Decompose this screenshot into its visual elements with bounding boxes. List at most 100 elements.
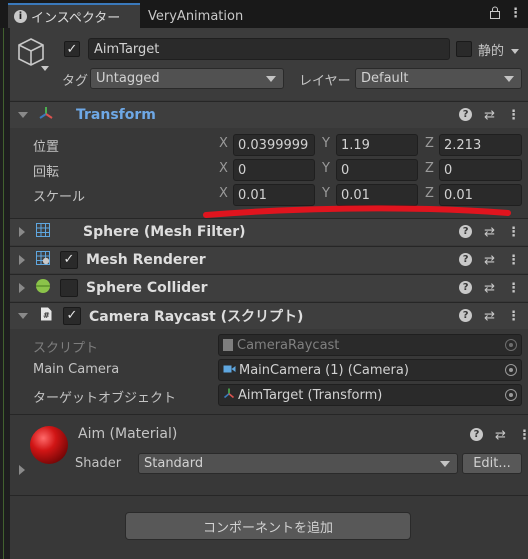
position-x-axis: X xyxy=(219,136,228,151)
chevron-down-icon xyxy=(511,49,520,54)
lock-icon[interactable] xyxy=(489,6,501,23)
layer-dropdown[interactable]: Default xyxy=(355,68,522,89)
position-y-axis: Y xyxy=(322,136,330,151)
position-y-field[interactable]: 1.19 xyxy=(336,134,418,156)
object-name-value: AimTarget xyxy=(94,41,160,57)
sphere-collider-title: Sphere Collider xyxy=(86,280,208,296)
rotation-z-field[interactable]: 0 xyxy=(439,159,522,181)
mesh-renderer-enabled-checkbox[interactable]: ✓ xyxy=(60,251,78,269)
help-icon[interactable]: ? xyxy=(459,225,473,238)
preset-icon[interactable]: ⇄ xyxy=(484,253,495,268)
tab-bar: i インスペクター VeryAnimation ⋮ xyxy=(0,0,528,28)
mesh-filter-header-icons: ? ⇄ ⋮ xyxy=(459,225,520,240)
static-dropdown[interactable]: 静的 xyxy=(478,40,520,59)
context-menu-icon[interactable]: ⋮ xyxy=(507,309,520,324)
main-camera-value: MainCamera (1) (Camera) xyxy=(239,362,409,378)
edit-button[interactable]: Edit... xyxy=(462,453,522,474)
mesh-renderer-header[interactable]: ✓ Mesh Renderer ? ⇄ ⋮ xyxy=(10,246,528,273)
preset-icon[interactable]: ⇄ xyxy=(484,225,495,240)
scene-gizmo-line xyxy=(3,28,4,559)
svg-text:#: # xyxy=(43,311,50,320)
foldout-arrow-icon[interactable] xyxy=(19,283,25,293)
scale-label: スケール xyxy=(33,190,86,205)
material-preview-sphere xyxy=(30,426,68,464)
add-component-divider xyxy=(10,495,528,496)
rotation-label: 回転 xyxy=(33,165,60,180)
preset-icon[interactable]: ⇄ xyxy=(484,281,495,296)
main-camera-label: Main Camera xyxy=(33,362,120,377)
foldout-arrow-icon[interactable] xyxy=(18,313,28,319)
tab-very-animation[interactable]: VeryAnimation xyxy=(148,5,243,27)
main-camera-field[interactable]: MainCamera (1) (Camera) xyxy=(218,359,522,381)
sphere-collider-enabled-checkbox[interactable] xyxy=(60,279,78,297)
chevron-down-icon xyxy=(266,76,276,82)
shader-label: Shader xyxy=(75,456,122,471)
context-menu-icon[interactable]: ⋮ xyxy=(507,281,520,296)
tag-dropdown[interactable]: Untagged xyxy=(90,68,284,89)
position-label: 位置 xyxy=(33,140,60,155)
context-menu-icon[interactable]: ⋮ xyxy=(507,108,520,123)
position-y-value: 1.19 xyxy=(341,137,370,153)
sphere-collider-icon xyxy=(35,278,51,298)
context-menu-icon[interactable]: ⋮ xyxy=(507,225,520,240)
target-object-value: AimTarget (Transform) xyxy=(238,387,383,403)
rotation-z-axis: Z xyxy=(425,161,434,176)
rotation-y-field[interactable]: 0 xyxy=(336,159,418,181)
scale-z-value: 0.01 xyxy=(444,187,473,203)
material-foldout-icon[interactable] xyxy=(19,465,25,475)
rotation-z-value: 0 xyxy=(444,162,453,178)
material-title: Aim (Material) xyxy=(78,426,178,442)
help-icon[interactable]: ? xyxy=(459,253,473,266)
help-icon[interactable]: ? xyxy=(470,428,483,441)
mesh-filter-header[interactable]: Sphere (Mesh Filter) ? ⇄ ⋮ xyxy=(10,218,528,245)
scale-y-value: 0.01 xyxy=(341,187,370,203)
sphere-collider-header[interactable]: Sphere Collider ? ⇄ ⋮ xyxy=(10,274,528,301)
mesh-renderer-header-icons: ? ⇄ ⋮ xyxy=(459,253,520,268)
transform-header[interactable]: Transform ? ⇄ ⋮ xyxy=(10,101,528,128)
add-component-button[interactable]: コンポーネントを追加 xyxy=(125,512,411,540)
static-checkbox[interactable] xyxy=(456,41,472,57)
help-icon[interactable]: ? xyxy=(459,108,473,121)
mesh-filter-icon xyxy=(35,222,51,242)
object-name-field[interactable]: AimTarget xyxy=(88,38,450,60)
mesh-renderer-title: Mesh Renderer xyxy=(86,252,206,268)
rotation-x-field[interactable]: 0 xyxy=(233,159,315,181)
rotation-y-axis: Y xyxy=(322,161,330,176)
script-label: スクリプト xyxy=(33,341,99,356)
preset-icon[interactable]: ⇄ xyxy=(484,108,495,123)
mesh-filter-title: Sphere (Mesh Filter) xyxy=(83,224,246,240)
object-picker-icon[interactable] xyxy=(505,389,517,401)
context-menu-icon[interactable]: ⋮ xyxy=(518,428,528,443)
scale-y-axis: Y xyxy=(322,186,330,201)
context-menu-icon[interactable]: ⋮ xyxy=(507,253,520,268)
position-x-field[interactable]: 0.0399999 xyxy=(233,134,315,156)
foldout-arrow-icon[interactable] xyxy=(18,112,28,118)
object-picker-icon[interactable] xyxy=(505,364,517,376)
tab-inspector-label: インスペクター xyxy=(31,11,121,26)
scale-x-value: 0.01 xyxy=(238,187,267,203)
scene-edge xyxy=(0,28,10,559)
preset-icon[interactable]: ⇄ xyxy=(484,309,495,324)
rotation-y-value: 0 xyxy=(341,162,350,178)
position-x-value: 0.0399999 xyxy=(238,137,309,153)
script-file-icon xyxy=(223,339,233,351)
foldout-arrow-icon[interactable] xyxy=(19,255,25,265)
shader-dropdown[interactable]: Standard xyxy=(138,453,458,474)
tab-inspector[interactable]: i インスペクター xyxy=(8,3,140,28)
target-object-field[interactable]: AimTarget (Transform) xyxy=(218,384,522,406)
object-picker-icon xyxy=(505,339,517,351)
script-value: CameraRaycast xyxy=(237,337,340,353)
position-z-field[interactable]: 2.213 xyxy=(439,134,522,156)
icon-dropdown-arrow[interactable] xyxy=(41,66,49,71)
tab-menu-icon[interactable]: ⋮ xyxy=(509,6,522,23)
camera-raycast-header[interactable]: # ✓ Camera Raycast (スクリプト) ? ⇄ ⋮ xyxy=(10,302,528,329)
camera-raycast-enabled-checkbox[interactable]: ✓ xyxy=(63,307,81,325)
target-object-label: ターゲットオブジェクト xyxy=(33,391,177,406)
script-icon: # xyxy=(38,306,54,326)
transform-small-icon xyxy=(223,387,235,403)
help-icon[interactable]: ? xyxy=(459,309,473,322)
help-icon[interactable]: ? xyxy=(459,281,473,294)
foldout-arrow-icon[interactable] xyxy=(19,227,25,237)
preset-icon[interactable]: ⇄ xyxy=(495,428,506,443)
active-checkbox[interactable]: ✓ xyxy=(64,41,80,57)
